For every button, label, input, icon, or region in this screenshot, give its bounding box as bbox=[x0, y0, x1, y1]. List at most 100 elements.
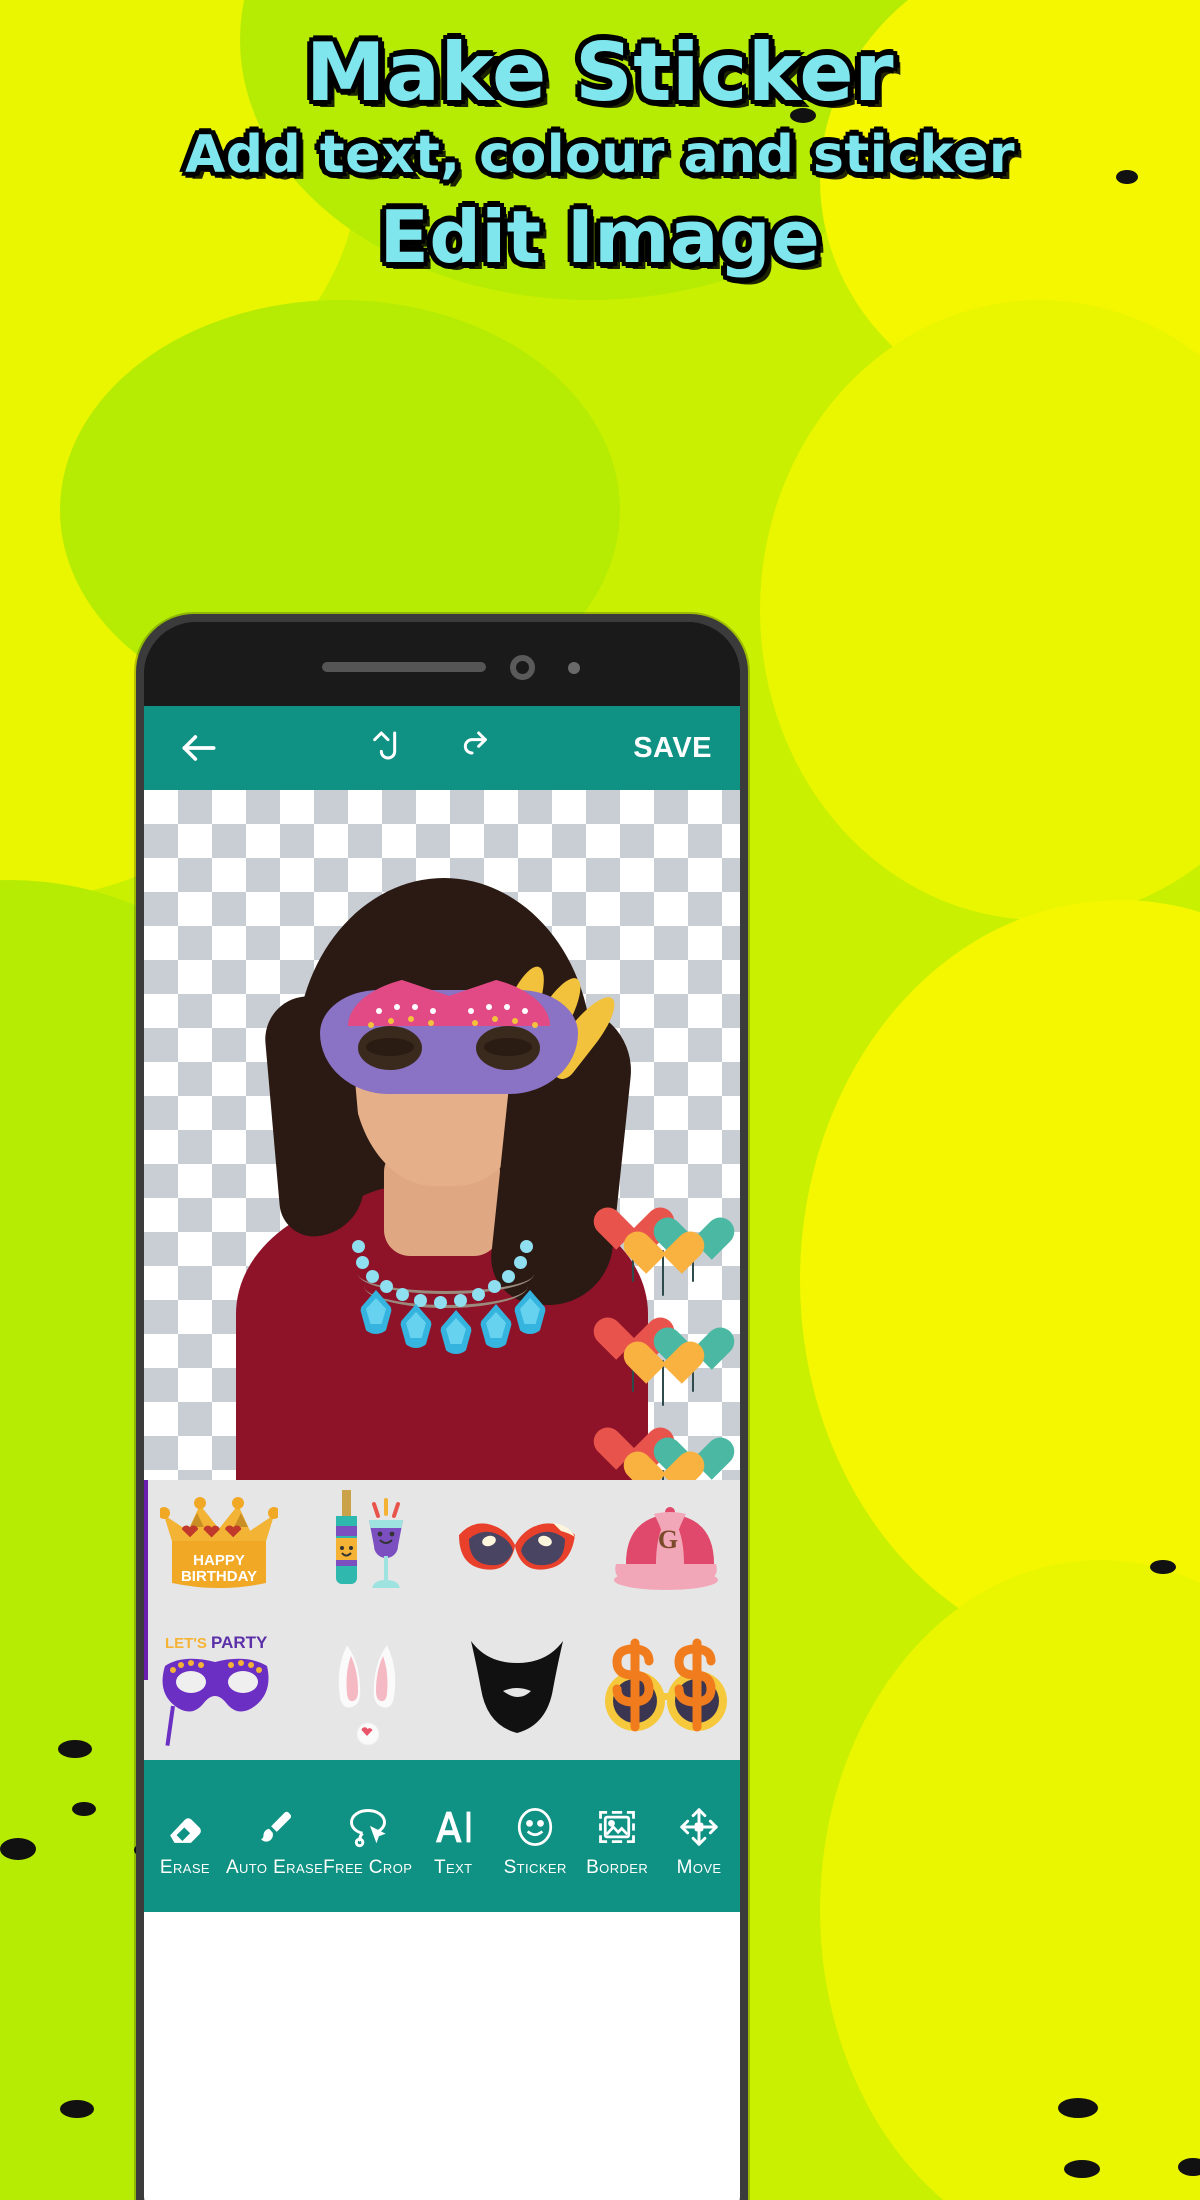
tool-label: Erase bbox=[159, 1857, 210, 1878]
sticker-beard-mustache[interactable] bbox=[442, 1620, 591, 1760]
mask-dot bbox=[428, 1020, 434, 1026]
tool-border[interactable]: Border bbox=[576, 1793, 658, 1879]
move-arrows-icon bbox=[677, 1793, 721, 1849]
edit-canvas[interactable] bbox=[144, 790, 740, 1480]
necklace-bead bbox=[488, 1280, 501, 1293]
sticker-bottle-and-glass[interactable] bbox=[293, 1480, 442, 1620]
mask-dot bbox=[486, 1004, 492, 1010]
balloon-heart-orange bbox=[617, 1214, 711, 1274]
mask-dot bbox=[492, 1016, 498, 1022]
mask-dot bbox=[512, 1018, 518, 1024]
mask-dot bbox=[412, 1004, 418, 1010]
svg-text:G: G bbox=[657, 1525, 677, 1554]
confetti-dot bbox=[72, 1802, 96, 1816]
confetti-dot bbox=[790, 108, 816, 123]
mask-dot bbox=[394, 1004, 400, 1010]
confetti-dot bbox=[58, 1740, 92, 1758]
necklace-pendant bbox=[514, 1290, 546, 1334]
sticker-dollar-sunglasses[interactable] bbox=[591, 1620, 740, 1760]
confetti-dot bbox=[1064, 2160, 1100, 2178]
confetti-dot bbox=[1058, 2098, 1098, 2118]
redo-button[interactable] bbox=[445, 721, 499, 775]
earpiece-speaker bbox=[322, 662, 486, 672]
mask-dot bbox=[368, 1022, 374, 1028]
tool-label: Free Crop bbox=[323, 1857, 413, 1878]
necklace-bead bbox=[472, 1288, 485, 1301]
party-mask-icon: LET'S PARTY bbox=[162, 1633, 268, 1746]
masquerade-mask-sticker[interactable] bbox=[320, 974, 578, 1094]
image-frame-icon bbox=[595, 1793, 639, 1849]
mask-dot bbox=[504, 1004, 510, 1010]
phone-mockup: SAVE HAPPY BIRTHDAY G LET'S PARTY Erase … bbox=[136, 614, 748, 2200]
app-toolbar: SAVE bbox=[144, 706, 740, 790]
necklace-bead bbox=[520, 1240, 533, 1253]
tool-label: Move bbox=[676, 1857, 722, 1878]
redo-icon bbox=[463, 731, 487, 755]
tool-erase[interactable]: Erase bbox=[144, 1793, 226, 1879]
necklace-bead bbox=[502, 1270, 515, 1283]
confetti-dot bbox=[1116, 170, 1138, 184]
sticker-crown-happy-birthday[interactable]: HAPPY BIRTHDAY bbox=[144, 1480, 293, 1620]
phone-top-bezel bbox=[144, 622, 740, 706]
tool-label: Text bbox=[434, 1857, 473, 1878]
undo-icon bbox=[372, 731, 396, 760]
tool-move[interactable]: Move bbox=[658, 1793, 740, 1879]
balloon-heart-orange bbox=[617, 1434, 711, 1480]
bunny-ears-icon bbox=[336, 1642, 397, 1746]
svg-text:HAPPY: HAPPY bbox=[193, 1552, 245, 1569]
mask-top-band bbox=[348, 974, 550, 1026]
necklace-bead bbox=[454, 1294, 467, 1307]
svg-text:LET'S: LET'S bbox=[165, 1635, 207, 1652]
necklace-bead bbox=[356, 1256, 369, 1269]
smiley-icon bbox=[513, 1793, 557, 1849]
lasso-cursor-icon bbox=[346, 1793, 390, 1849]
sticker-bunny-ears[interactable] bbox=[293, 1620, 442, 1760]
mask-dot bbox=[532, 1022, 538, 1028]
mask-dot bbox=[376, 1008, 382, 1014]
necklace-bead bbox=[434, 1296, 447, 1309]
necklace-sticker[interactable] bbox=[348, 1234, 546, 1354]
mask-dot bbox=[522, 1008, 528, 1014]
mask-dot bbox=[472, 1020, 478, 1026]
sticker-tray[interactable]: HAPPY BIRTHDAY G LET'S PARTY bbox=[144, 1480, 740, 1760]
tool-free-crop[interactable]: Free Crop bbox=[323, 1793, 412, 1879]
mask-eye-hole-left bbox=[358, 1026, 422, 1070]
sticker-pink-cap[interactable]: G bbox=[591, 1480, 740, 1620]
arrow-left-icon bbox=[182, 735, 216, 761]
save-button[interactable]: SAVE bbox=[633, 732, 712, 765]
eraser-icon bbox=[164, 1793, 206, 1849]
necklace-pendant bbox=[400, 1304, 432, 1348]
necklace-bead bbox=[352, 1240, 365, 1253]
balloon-group bbox=[587, 1298, 740, 1408]
promo-screenshot: Make Sticker Add text, colour and sticke… bbox=[0, 0, 1200, 2200]
brush-icon bbox=[254, 1793, 296, 1849]
sticker-lets-party-mask[interactable]: LET'S PARTY bbox=[144, 1620, 293, 1760]
svg-text:BIRTHDAY: BIRTHDAY bbox=[180, 1568, 256, 1585]
tool-label: Sticker bbox=[503, 1857, 567, 1878]
confetti-dot bbox=[0, 1838, 36, 1860]
balloon-group bbox=[587, 1408, 740, 1480]
necklace-bead bbox=[380, 1280, 393, 1293]
subject-photo bbox=[236, 856, 648, 1480]
tool-label: Auto Erase bbox=[225, 1857, 324, 1878]
mask-dot bbox=[408, 1016, 414, 1022]
phone-bezel: SAVE HAPPY BIRTHDAY G LET'S PARTY Erase … bbox=[144, 622, 740, 2200]
necklace-pendant bbox=[480, 1304, 512, 1348]
tool-sticker[interactable]: Sticker bbox=[494, 1793, 576, 1879]
confetti-dot bbox=[1150, 1560, 1176, 1574]
tool-auto-erase[interactable]: Auto Erase bbox=[226, 1793, 323, 1879]
proximity-sensor-icon bbox=[568, 662, 580, 674]
balloon-heart-orange bbox=[617, 1324, 711, 1384]
heart-balloons-sticker[interactable] bbox=[587, 1188, 740, 1480]
mask-dot bbox=[430, 1008, 436, 1014]
tool-text[interactable]: Text bbox=[412, 1793, 494, 1879]
undo-button[interactable] bbox=[361, 721, 415, 775]
back-button[interactable] bbox=[172, 721, 226, 775]
crown-icon: HAPPY BIRTHDAY bbox=[159, 1497, 278, 1588]
sticker-cat-eye-sunglasses[interactable] bbox=[442, 1480, 591, 1620]
mask-eye-hole-right bbox=[476, 1026, 540, 1070]
confetti-dot bbox=[1178, 2158, 1200, 2176]
tool-label: Border bbox=[586, 1857, 649, 1878]
necklace-bead bbox=[514, 1256, 527, 1269]
front-camera-icon bbox=[510, 655, 535, 680]
